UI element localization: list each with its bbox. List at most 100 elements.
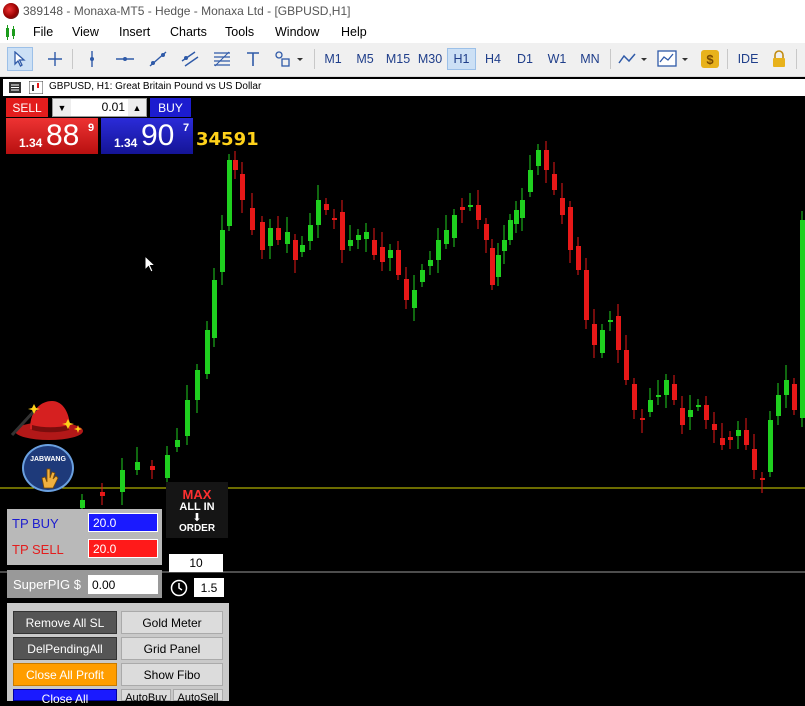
- candle-body: [490, 248, 495, 285]
- channel-icon[interactable]: [177, 47, 203, 71]
- ide-button[interactable]: IDE: [734, 48, 762, 70]
- spread-value: 34591: [196, 129, 259, 150]
- candle-body: [648, 400, 653, 412]
- candle-body: [752, 449, 757, 470]
- candle-body: [656, 395, 661, 397]
- candle-body: [688, 410, 693, 417]
- candle-body: [784, 380, 789, 395]
- menu-insert[interactable]: Insert: [119, 25, 150, 39]
- ask-prefix: 1.34: [114, 136, 138, 150]
- window-title: 389148 - Monaxa-MT5 - Hedge - Monaxa Ltd…: [23, 4, 351, 18]
- candle-body: [420, 270, 425, 282]
- candle-body: [308, 225, 313, 241]
- shapes-icon[interactable]: [270, 47, 308, 71]
- candle-body: [460, 207, 465, 210]
- candle-body: [452, 215, 457, 238]
- timeframe-m1[interactable]: M1: [318, 48, 348, 70]
- timeframe-w1[interactable]: W1: [542, 48, 572, 70]
- candle-body: [120, 470, 125, 492]
- candle-body: [380, 247, 385, 262]
- candle-body: [436, 240, 441, 260]
- tp-panel: TP BUY 20.0 TP SELL 20.0: [7, 509, 162, 565]
- ask-fraction: 7: [183, 122, 190, 134]
- toolbar: M1 M5 M15 M30 H1 H4 D1 W1 MN $ IDE: [0, 43, 805, 77]
- candle-body: [80, 500, 85, 508]
- grid-panel-button[interactable]: Grid Panel: [121, 637, 223, 660]
- superpig-input[interactable]: 0.00: [88, 575, 158, 594]
- timeframe-h1[interactable]: H1: [447, 48, 476, 70]
- candle-body: [233, 160, 238, 170]
- timeframe-d1[interactable]: D1: [510, 48, 540, 70]
- candle-body: [728, 437, 733, 440]
- tp-buy-input[interactable]: 20.0: [88, 513, 158, 532]
- candle-body: [576, 246, 581, 270]
- lot-decrease-icon[interactable]: ▼: [53, 99, 71, 116]
- horizontal-line-icon[interactable]: [112, 47, 138, 71]
- sell-button[interactable]: SELL: [6, 98, 48, 117]
- menu-charts[interactable]: Charts: [170, 25, 207, 39]
- lot-increase-icon[interactable]: ▲: [128, 99, 146, 116]
- order-label: ORDER: [178, 523, 216, 534]
- candle-body: [632, 384, 637, 410]
- candle-body: [356, 235, 361, 240]
- candle-body: [624, 350, 629, 380]
- close-all-button[interactable]: Close All: [13, 689, 117, 706]
- hand-icon: [41, 468, 59, 489]
- timeframe-mn[interactable]: MN: [574, 48, 606, 70]
- menu-file[interactable]: File: [33, 25, 53, 39]
- menu-help[interactable]: Help: [341, 25, 367, 39]
- dollar-icon[interactable]: $: [698, 47, 722, 71]
- candle-body: [135, 462, 140, 470]
- candle-body: [584, 270, 589, 320]
- bid-quote[interactable]: 1.34 88 9: [6, 118, 98, 154]
- menu-tools[interactable]: Tools: [225, 25, 254, 39]
- candle-body: [608, 320, 613, 322]
- tp-sell-label: TP SELL: [12, 542, 64, 557]
- buy-button[interactable]: BUY: [150, 98, 191, 117]
- timeframe-m15[interactable]: M15: [382, 48, 414, 70]
- max-all-in-order-button[interactable]: MAX ALL IN ⬇ ORDER: [166, 482, 228, 538]
- tp-sell-input[interactable]: 20.0: [88, 539, 158, 558]
- candle-body: [195, 370, 200, 400]
- auto-buy-button[interactable]: AutoBuy: [121, 689, 171, 704]
- candle-body: [293, 240, 298, 260]
- lot-size-input[interactable]: ▼ 0.01 ▲: [52, 98, 147, 117]
- candle-body: [496, 255, 501, 277]
- templates-icon[interactable]: [654, 47, 692, 71]
- timeframe-m5[interactable]: M5: [350, 48, 380, 70]
- auto-sell-button[interactable]: AutoSell: [173, 689, 223, 704]
- indicators-icon[interactable]: [615, 47, 651, 71]
- trendline-icon[interactable]: [145, 47, 171, 71]
- max-label: MAX: [182, 487, 212, 502]
- bid-prefix: 1.34: [19, 136, 43, 150]
- timeframe-h4[interactable]: H4: [478, 48, 508, 70]
- remove-all-sl-button[interactable]: Remove All SL: [13, 611, 117, 634]
- bid-fraction: 9: [88, 122, 95, 134]
- menu-icon[interactable]: [9, 82, 21, 93]
- fibonacci-icon[interactable]: [209, 47, 235, 71]
- candle-body: [165, 455, 170, 478]
- menu-view[interactable]: View: [72, 25, 99, 39]
- candle-body: [736, 430, 741, 436]
- timer-input[interactable]: 1.5: [194, 578, 224, 597]
- candle-body: [664, 380, 669, 395]
- candle-body: [324, 204, 329, 210]
- order-count-input[interactable]: 10: [169, 554, 223, 572]
- candle-body: [520, 200, 525, 218]
- cursor-icon[interactable]: [7, 47, 33, 71]
- timeframe-m30[interactable]: M30: [415, 48, 445, 70]
- candle-body: [332, 218, 337, 220]
- close-all-profit-button[interactable]: Close All Profit: [13, 663, 117, 686]
- show-fibo-button[interactable]: Show Fibo: [121, 663, 223, 686]
- lock-icon[interactable]: [767, 47, 791, 71]
- candle-body: [508, 220, 513, 240]
- del-pending-all-button[interactable]: DelPendingAll: [13, 637, 117, 660]
- chart-window-icon[interactable]: [4, 25, 18, 40]
- candle-body: [560, 198, 565, 215]
- vertical-line-icon[interactable]: [80, 47, 104, 71]
- menu-window[interactable]: Window: [275, 25, 319, 39]
- crosshair-icon[interactable]: [43, 47, 67, 71]
- gold-meter-button[interactable]: Gold Meter: [121, 611, 223, 634]
- text-icon[interactable]: [241, 47, 265, 71]
- ask-quote[interactable]: 1.34 90 7: [101, 118, 193, 154]
